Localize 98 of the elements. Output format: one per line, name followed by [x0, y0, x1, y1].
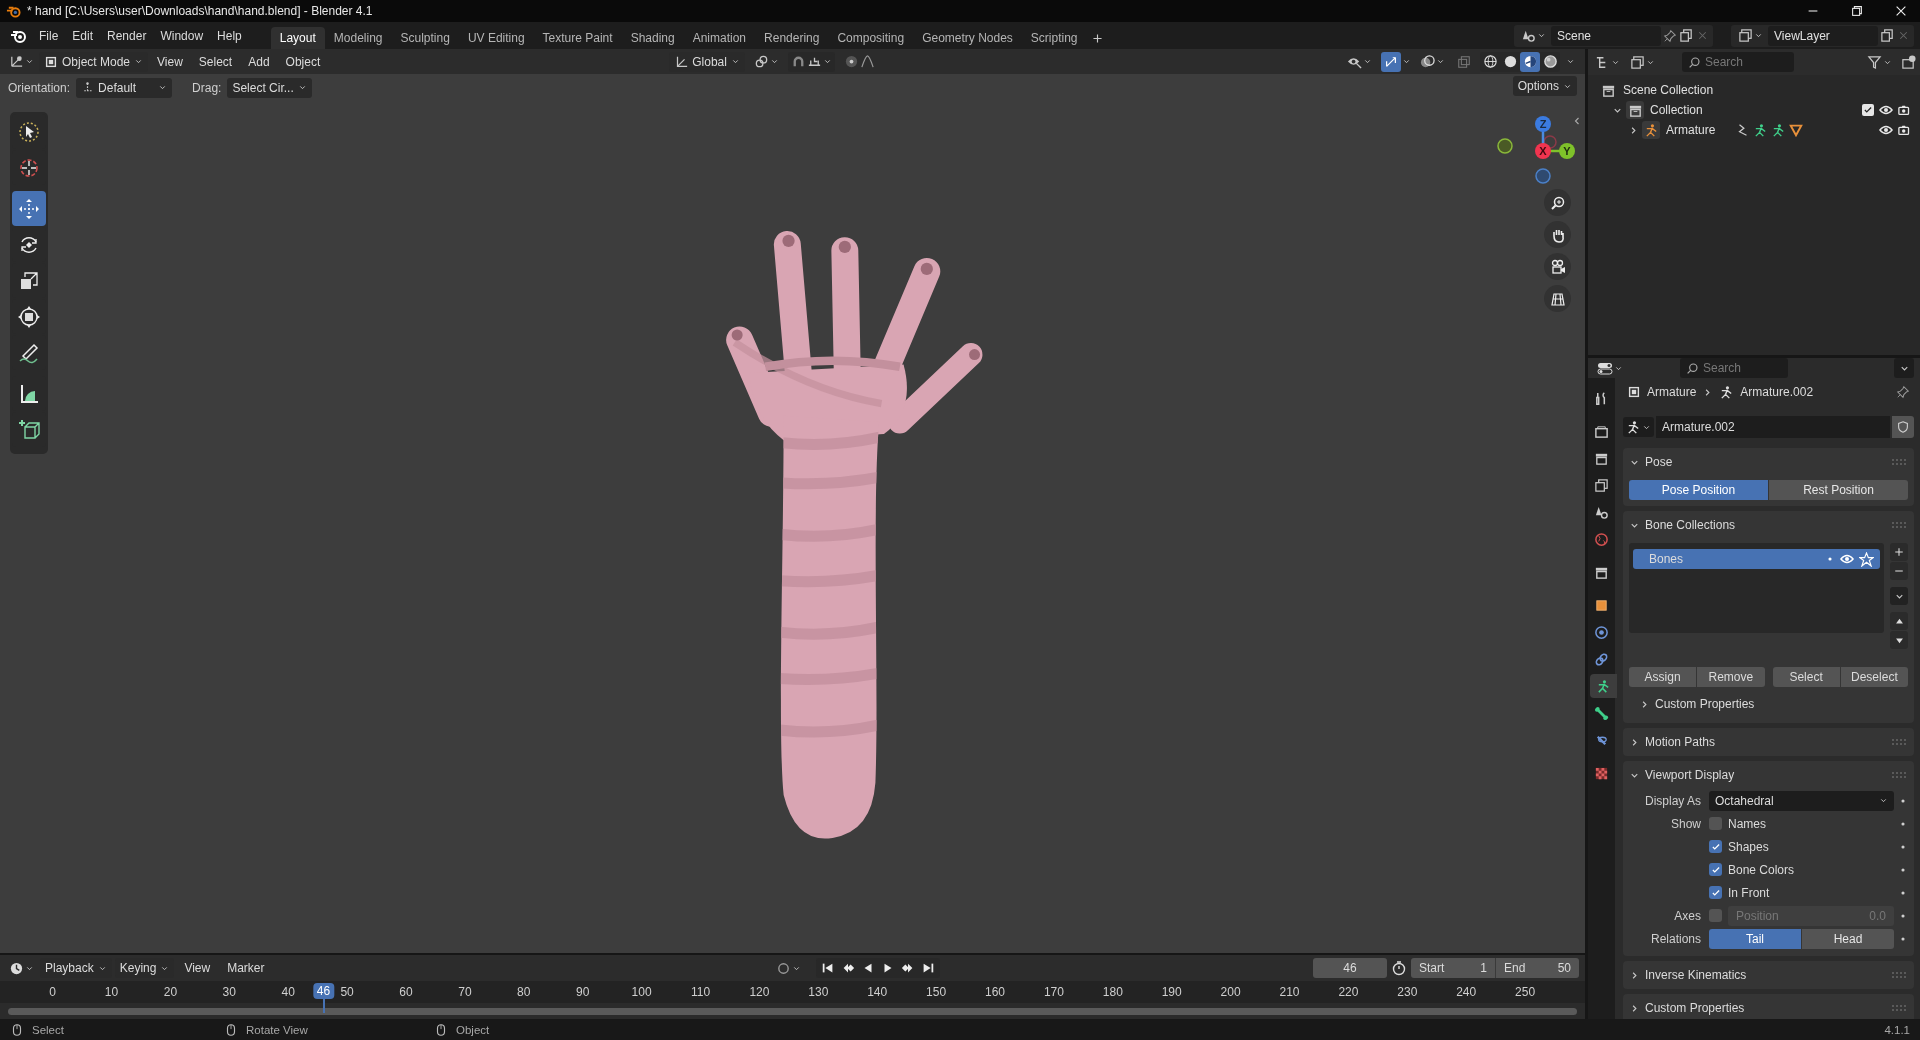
- menu-item[interactable]: Select: [191, 54, 240, 69]
- checkbox-label: Shapes: [1728, 839, 1769, 854]
- workspace-tab[interactable]: Shading: [621, 27, 684, 49]
- frame-number: 100: [631, 985, 652, 999]
- breadcrumb-item[interactable]: Armature.002: [1740, 385, 1814, 399]
- workspace-tab[interactable]: Rendering: [755, 27, 829, 49]
- window-title: * hand [C:\Users\user\Downloads\hand\hand.blend] - Blender 4.1: [27, 4, 373, 18]
- view-layer-name-field[interactable]: ViewLayer: [1768, 25, 1878, 46]
- start-frame-field[interactable]: Start 1: [1411, 958, 1495, 978]
- subpanel-title[interactable]: Custom Properties: [1655, 697, 1755, 711]
- panel-title[interactable]: Custom Properties: [1645, 1001, 1745, 1015]
- panel-title[interactable]: Bone Collections: [1645, 518, 1736, 532]
- frame-number: 30: [222, 985, 236, 999]
- menu-item[interactable]: View: [150, 54, 190, 69]
- menu-item[interactable]: Marker: [220, 961, 272, 975]
- workspace-tab[interactable]: Sculpting: [391, 27, 459, 49]
- action-button[interactable]: Select: [1772, 667, 1840, 687]
- options-dropdown[interactable]: Options: [1512, 76, 1577, 96]
- panel-title[interactable]: Viewport Display: [1645, 768, 1735, 782]
- frame-number: 40: [281, 985, 295, 999]
- end-frame-field[interactable]: End 50: [1495, 958, 1579, 978]
- breadcrumb-item[interactable]: Armature: [1647, 385, 1697, 399]
- frame-number: 130: [808, 985, 829, 999]
- menu-item[interactable]: Edit: [65, 28, 101, 43]
- tree-item-label[interactable]: Scene Collection: [1623, 83, 1714, 97]
- menu-item[interactable]: Object: [278, 54, 328, 69]
- menu-item[interactable]: Add: [241, 54, 277, 69]
- menu-item[interactable]: Window: [153, 28, 211, 43]
- menu-item[interactable]: Help: [210, 28, 249, 43]
- frame-number: 140: [867, 985, 888, 999]
- action-button[interactable]: Remove: [1697, 667, 1765, 687]
- field-label: Show: [1669, 816, 1702, 831]
- search-field[interactable]: Search: [1682, 52, 1794, 72]
- menu-item[interactable]: Render: [100, 28, 154, 43]
- workspace-tab[interactable]: Animation: [683, 27, 756, 49]
- frame-number: 240: [1456, 985, 1477, 999]
- tree-item-label[interactable]: Armature: [1666, 123, 1716, 137]
- toggle-button[interactable]: Pose Position: [1629, 480, 1768, 500]
- orientation-label: Orientation:: [8, 80, 71, 95]
- workspace-tab[interactable]: Geometry Nodes: [913, 27, 1022, 49]
- frame-number: 60: [399, 985, 413, 999]
- frame-number: 90: [576, 985, 590, 999]
- workspace-tab[interactable]: Scripting: [1021, 27, 1087, 49]
- panel-title[interactable]: Inverse Kinematics: [1645, 968, 1747, 982]
- search-field[interactable]: Search: [1680, 358, 1788, 378]
- field-label: Axes: [1673, 908, 1702, 923]
- data-name-field[interactable]: Armature.002: [1656, 416, 1890, 438]
- panel-title[interactable]: Pose: [1645, 455, 1673, 469]
- menu-item[interactable]: View: [177, 961, 218, 975]
- workspace-tab[interactable]: Compositing: [828, 27, 914, 49]
- field-label: Display As: [1643, 793, 1702, 808]
- frame-number: 170: [1043, 985, 1064, 999]
- toggle-button[interactable]: Rest Position: [1768, 480, 1908, 500]
- frame-number: 150: [926, 985, 947, 999]
- frame-number: 190: [1161, 985, 1182, 999]
- orientation-dropdown[interactable]: Default: [76, 77, 173, 98]
- frame-number: 70: [458, 985, 472, 999]
- toggle-button[interactable]: Head: [1801, 928, 1894, 949]
- frame-number: 120: [749, 985, 770, 999]
- display-as-dropdown[interactable]: Octahedral: [1709, 790, 1894, 811]
- frame-number: 200: [1220, 985, 1241, 999]
- status-hint: Object: [456, 1023, 490, 1036]
- frame-number: 0: [49, 985, 56, 999]
- frame-number: 80: [517, 985, 531, 999]
- field-label: Relations: [1649, 931, 1702, 946]
- frame-number: 10: [104, 985, 119, 999]
- status-hint: Rotate View: [246, 1023, 308, 1036]
- frame-number: 20: [163, 985, 178, 999]
- frame-number: 250: [1515, 985, 1536, 999]
- frame-number: 110: [690, 985, 711, 999]
- action-button[interactable]: Assign: [1629, 667, 1697, 687]
- drag-dropdown[interactable]: Select Cir...: [227, 77, 312, 98]
- version-label: 4.1.1: [1884, 1023, 1911, 1036]
- checkbox-label: Names: [1728, 816, 1766, 831]
- workspace-tab[interactable]: UV Editing: [458, 27, 534, 49]
- frame-number: 160: [985, 985, 1005, 999]
- checkbox-label: Bone Colors: [1728, 862, 1795, 877]
- current-frame-field[interactable]: 46: [1313, 958, 1387, 978]
- workspace-tab[interactable]: Modeling: [324, 27, 392, 49]
- frame-number: 220: [1338, 985, 1359, 999]
- frame-number: 210: [1279, 985, 1300, 999]
- scene-name-field[interactable]: Scene: [1551, 25, 1661, 46]
- frame-number: 50: [340, 985, 354, 999]
- list-item[interactable]: Bones: [1633, 549, 1880, 569]
- playhead[interactable]: 46: [312, 983, 335, 999]
- panel-title[interactable]: Motion Paths: [1645, 735, 1716, 749]
- frame-number: 230: [1397, 985, 1418, 999]
- tree-item-label[interactable]: Collection: [1650, 103, 1703, 117]
- status-hint: Select: [32, 1023, 64, 1036]
- toggle-button[interactable]: Tail: [1709, 928, 1801, 949]
- axis-gizmo-drawing[interactable]: Z X Y: [1490, 110, 1576, 185]
- drag-label: Drag:: [192, 80, 222, 95]
- workspace-tab[interactable]: Layout: [270, 27, 325, 49]
- frame-number: 180: [1102, 985, 1123, 999]
- menu-item[interactable]: File: [32, 28, 66, 43]
- action-button[interactable]: Deselect: [1840, 667, 1908, 687]
- workspace-tab[interactable]: Texture Paint: [533, 27, 622, 49]
- checkbox-label: In Front: [1728, 885, 1770, 900]
